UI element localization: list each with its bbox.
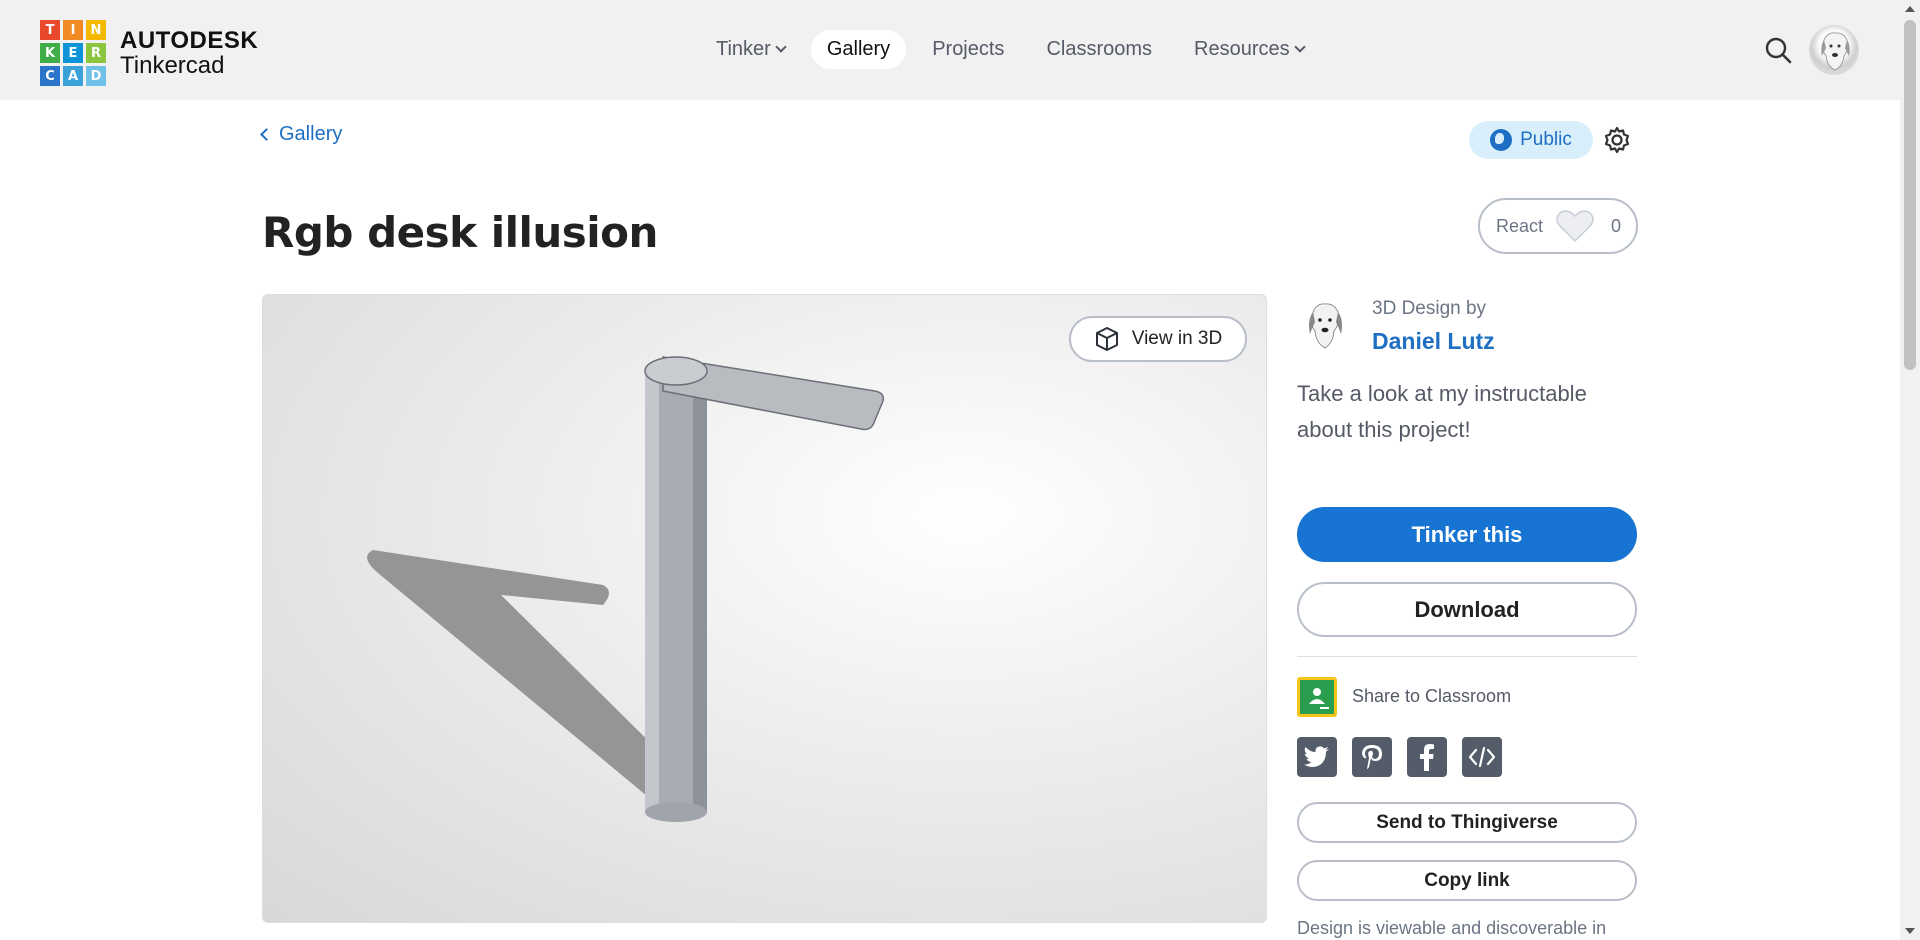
back-link-label: Gallery: [279, 123, 343, 145]
scroll-thumb[interactable]: [1904, 20, 1916, 370]
copy-link-button[interactable]: Copy link: [1297, 860, 1637, 901]
globe-icon: [1490, 129, 1513, 151]
page-scrollbar[interactable]: [1900, 0, 1920, 940]
visibility-note: Design is viewable and discoverable in: [1297, 918, 1607, 938]
visibility-label: Public: [1520, 129, 1572, 150]
page-title: Rgb desk illusion: [262, 208, 658, 257]
nav-classrooms-label: Classrooms: [1046, 38, 1153, 60]
search-icon[interactable]: [1764, 36, 1792, 64]
logo-product: Tinkercad: [120, 52, 225, 79]
classroom-teacher-icon: [1309, 688, 1329, 709]
design-preview[interactable]: View in 3D: [262, 294, 1267, 923]
google-classroom-icon[interactable]: [1297, 677, 1337, 717]
react-label: React: [1496, 215, 1544, 236]
share-to-classroom-link[interactable]: Share to Classroom: [1352, 686, 1511, 707]
download-button[interactable]: Download: [1297, 582, 1637, 637]
logo-brand: AUTODESK: [120, 26, 259, 54]
logo-letter-grid: T I N K E R C A D: [40, 20, 106, 86]
scroll-down-arrow-icon[interactable]: [1905, 928, 1915, 934]
nav-classrooms[interactable]: Classrooms: [1030, 30, 1168, 69]
code-brackets-glyph: [1468, 746, 1496, 768]
nav-gallery-label: Gallery: [826, 38, 891, 60]
embed-code-icon[interactable]: [1462, 737, 1502, 777]
nav-resources-label: Resources: [1194, 38, 1290, 60]
logo-letter: R: [86, 43, 106, 63]
chevron-down-icon: [775, 41, 787, 53]
back-to-gallery-link[interactable]: Gallery: [260, 123, 343, 146]
twitter-bird-glyph: [1304, 746, 1329, 767]
heart-icon: [1556, 210, 1594, 243]
nav-resources[interactable]: Resources: [1178, 30, 1320, 69]
design-description: Take a look at my instructable about thi…: [1297, 381, 1587, 442]
logo-letter: T: [40, 20, 60, 40]
nav-tinker-label: Tinker: [716, 38, 771, 60]
logo-letter: N: [86, 20, 106, 40]
react-button[interactable]: React 0: [1478, 198, 1638, 254]
facebook-icon[interactable]: [1407, 737, 1447, 777]
logo-letter: K: [40, 43, 60, 63]
chevron-left-icon: [260, 128, 273, 141]
chevron-down-icon: [1293, 41, 1306, 53]
nav-gallery[interactable]: Gallery: [810, 30, 907, 69]
view-in-3d-label: View in 3D: [1131, 328, 1223, 349]
visibility-badge[interactable]: Public: [1469, 121, 1593, 159]
user-avatar[interactable]: [1809, 25, 1859, 75]
logo-letter: I: [63, 20, 83, 40]
author-avatar[interactable]: [1297, 298, 1353, 354]
nav-projects[interactable]: Projects: [916, 30, 1020, 69]
cube-icon: [1095, 327, 1118, 351]
view-in-3d-button[interactable]: View in 3D: [1069, 316, 1247, 362]
nav-projects-label: Projects: [932, 38, 1005, 60]
logo-letter: A: [63, 66, 83, 86]
tinker-this-button[interactable]: Tinker this: [1297, 507, 1637, 562]
send-to-thingiverse-button[interactable]: Send to Thingiverse: [1297, 802, 1637, 843]
logo-letter: E: [63, 43, 83, 63]
logo-letter: C: [40, 66, 60, 86]
logo-wordmark: AUTODESK Tinkercad: [120, 26, 259, 79]
pinterest-glyph: [1362, 745, 1382, 769]
logo-letter: D: [86, 66, 106, 86]
dog-portrait-icon: [1821, 32, 1850, 71]
design-by-label: 3D Design by: [1372, 298, 1487, 319]
author-name-link[interactable]: Daniel Lutz: [1372, 328, 1495, 355]
social-share-row: [1297, 737, 1502, 777]
divider: [1297, 656, 1637, 657]
dog-portrait-icon: [1297, 298, 1353, 354]
pinterest-icon[interactable]: [1352, 737, 1392, 777]
facebook-glyph: [1420, 744, 1434, 771]
top-navigation-bar: T I N K E R C A D AUTODESK Tinkercad Tin…: [0, 0, 1900, 100]
gear-icon[interactable]: [1603, 126, 1631, 154]
main-nav: Tinker Gallery Projects Classrooms Resou…: [700, 30, 1320, 69]
design-render-image: [367, 356, 885, 822]
nav-tinker[interactable]: Tinker: [700, 30, 801, 69]
tinkercad-logo[interactable]: T I N K E R C A D AUTODESK Tinkercad: [40, 20, 258, 86]
scroll-up-arrow-icon[interactable]: [1905, 6, 1915, 12]
react-count: 0: [1611, 215, 1622, 236]
twitter-icon[interactable]: [1297, 737, 1337, 777]
